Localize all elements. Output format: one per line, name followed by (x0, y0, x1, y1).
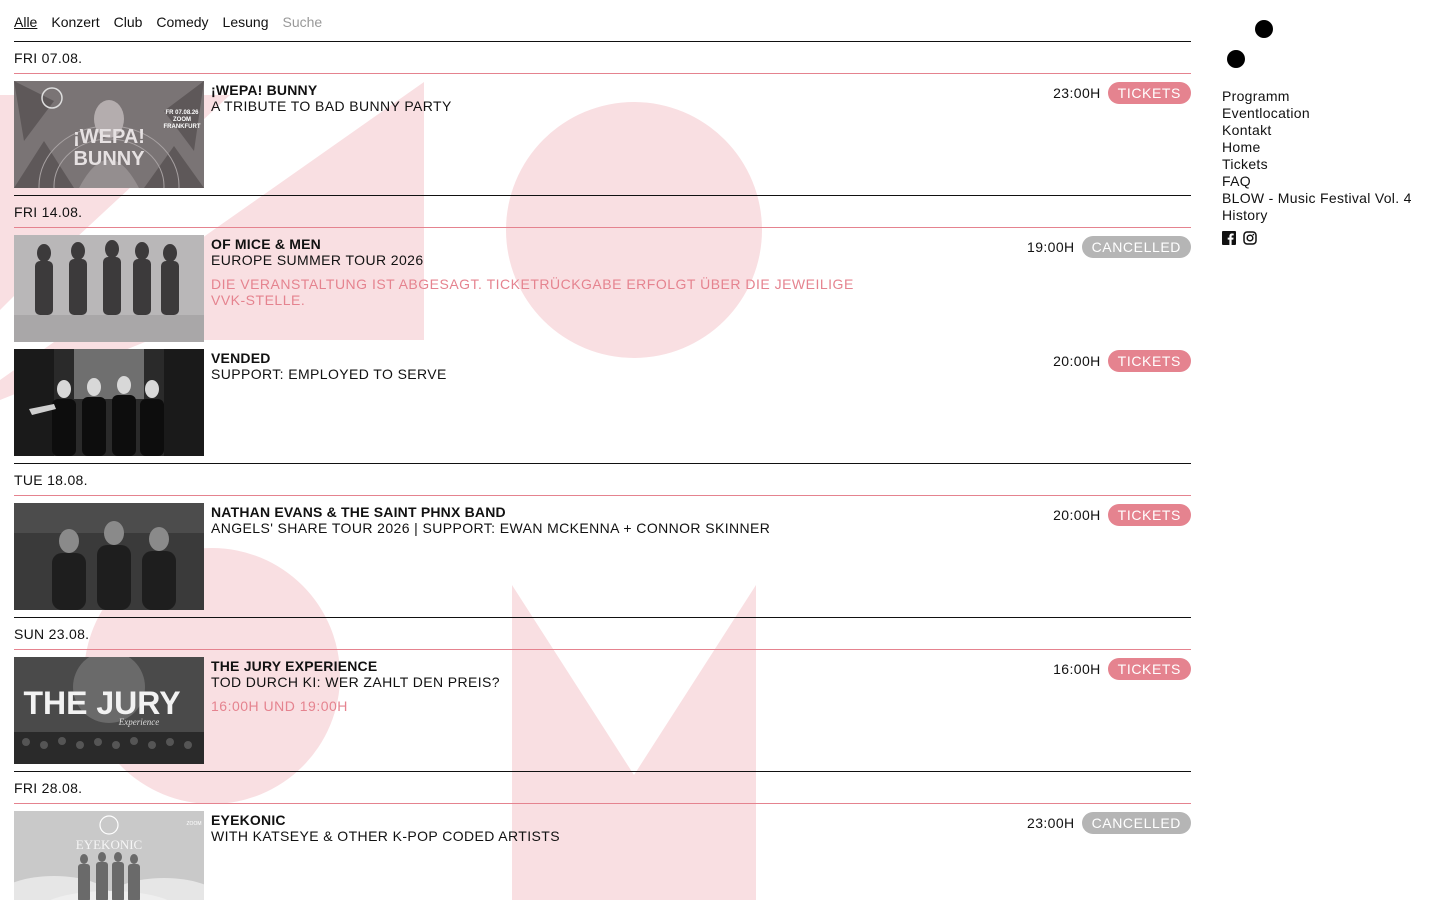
category-filter-nav: Alle Konzert Club Comedy Lesung Suche (14, 0, 1191, 42)
sidebar-link-blow-festival[interactable]: BLOW - Music Festival Vol. 4 (1222, 190, 1432, 207)
day-block: FRI 07.08. ¡WEPA! BUNNY FR 07.08.26 ZOOM… (14, 42, 1191, 196)
date-heading: SUN 23.08. (14, 618, 1191, 650)
event-title[interactable]: NATHAN EVANS & THE SAINT PHNX BAND (211, 504, 1191, 520)
event-image-nathan-evans[interactable] (14, 503, 204, 610)
event-image-wepa-bunny[interactable]: ¡WEPA! BUNNY FR 07.08.26 ZOOM FRANKFURT (14, 81, 204, 188)
tickets-button[interactable]: TICKETS (1107, 658, 1191, 680)
instagram-icon[interactable] (1243, 231, 1257, 245)
svg-text:ZOOM: ZOOM (173, 117, 191, 123)
event-time: 23:00H (1027, 815, 1075, 831)
svg-text:Experience: Experience (118, 717, 159, 727)
svg-text:ZOOM: ZOOM (187, 821, 202, 827)
event-info: NATHAN EVANS & THE SAINT PHNX BAND ANGEL… (204, 503, 1191, 610)
cancelled-badge: CANCELLED (1081, 236, 1191, 258)
event-list-area: Alle Konzert Club Comedy Lesung Suche FR… (14, 0, 1191, 900)
day-block: FRI 28.08. EYEKONIC ZOOM EYEKONIC WITH K… (14, 772, 1191, 900)
sidebar-link-tickets[interactable]: Tickets (1222, 156, 1432, 173)
event-subtitle: A TRIBUTE TO BAD BUNNY PARTY (211, 98, 452, 114)
day-block: FRI 14.08. OF MICE & MEN EUROPE SUMMER T… (14, 196, 1191, 464)
sidebar: Programm Eventlocation Kontakt Home Tick… (1222, 0, 1432, 245)
tickets-button[interactable]: TICKETS (1107, 350, 1191, 372)
sidebar-link-programm[interactable]: Programm (1222, 88, 1432, 105)
svg-text:FR 07.08.26: FR 07.08.26 (165, 110, 199, 116)
facebook-icon[interactable] (1222, 231, 1236, 245)
event-info: ¡WEPA! BUNNY A TRIBUTE TO BAD BUNNY PART… (204, 81, 1191, 188)
event-time: 19:00H (1027, 239, 1075, 255)
svg-text:FRANKFURT: FRANKFURT (164, 124, 201, 130)
event-actions: 23:00H CANCELLED (1027, 812, 1191, 834)
event-actions: 16:00H TICKETS (1053, 658, 1191, 680)
event-title[interactable]: ¡WEPA! BUNNY (211, 82, 1191, 98)
event-image-vended[interactable] (14, 349, 204, 456)
event-cancellation-note: DIE VERANSTALTUNG IST ABGESAGT. TICKETRÜ… (211, 276, 854, 308)
event-title[interactable]: THE JURY EXPERIENCE (211, 658, 1191, 674)
event-info: VENDED SUPPORT: EMPLOYED TO SERVE (204, 349, 1191, 456)
event-time: 16:00H (1053, 661, 1101, 677)
date-heading: FRI 14.08. (14, 196, 1191, 228)
filter-suche[interactable]: Suche (282, 14, 322, 30)
event-row: THE JURY Experience THE JURY EXPERIENCE … (14, 650, 1191, 771)
event-time: 20:00H (1053, 353, 1101, 369)
date-heading: FRI 07.08. (14, 42, 1191, 74)
filter-lesung[interactable]: Lesung (223, 14, 269, 30)
svg-text:THE JURY: THE JURY (23, 685, 180, 721)
event-time: 23:00H (1053, 85, 1101, 101)
sidebar-link-kontakt[interactable]: Kontakt (1222, 122, 1432, 139)
cancelled-badge: CANCELLED (1081, 812, 1191, 834)
logo-dot-bottom (1227, 50, 1245, 68)
sidebar-link-eventlocation[interactable]: Eventlocation (1222, 105, 1432, 122)
filter-comedy[interactable]: Comedy (156, 14, 208, 30)
sidebar-link-faq[interactable]: FAQ (1222, 173, 1432, 190)
logo-dot-top (1255, 20, 1273, 38)
sidebar-link-home[interactable]: Home (1222, 139, 1432, 156)
event-title[interactable]: VENDED (211, 350, 1191, 366)
event-row: OF MICE & MEN EUROPE SUMMER TOUR 2026 DI… (14, 228, 1191, 349)
svg-text:EYEKONIC: EYEKONIC (76, 837, 142, 852)
social-links (1222, 231, 1432, 245)
sidebar-nav: Programm Eventlocation Kontakt Home Tick… (1222, 88, 1432, 224)
event-row: NATHAN EVANS & THE SAINT PHNX BAND ANGEL… (14, 496, 1191, 617)
svg-text:BUNNY: BUNNY (73, 148, 145, 170)
filter-konzert[interactable]: Konzert (51, 14, 99, 30)
event-subtitle: TOD DURCH KI: WER ZAHLT DEN PREIS? (211, 674, 500, 690)
event-row: EYEKONIC ZOOM EYEKONIC WITH KATSEYE & OT… (14, 804, 1191, 900)
filter-club[interactable]: Club (114, 14, 143, 30)
event-subtitle: ANGELS' SHARE TOUR 2026 | SUPPORT: EWAN … (211, 520, 771, 536)
site-logo[interactable] (1222, 0, 1432, 88)
tickets-button[interactable]: TICKETS (1107, 82, 1191, 104)
event-info: THE JURY EXPERIENCE TOD DURCH KI: WER ZA… (204, 657, 1191, 764)
day-block: SUN 23.08. THE JURY Experience THE JURY … (14, 618, 1191, 772)
event-time-note: 16:00H UND 19:00H (211, 698, 348, 714)
day-block: TUE 18.08. NATHAN EVANS & THE SAINT PHNX… (14, 464, 1191, 618)
event-subtitle: SUPPORT: EMPLOYED TO SERVE (211, 366, 447, 382)
date-heading: TUE 18.08. (14, 464, 1191, 496)
event-row: VENDED SUPPORT: EMPLOYED TO SERVE 20:00H… (14, 349, 1191, 463)
date-heading: FRI 28.08. (14, 772, 1191, 804)
svg-text:¡WEPA!: ¡WEPA! (73, 126, 145, 148)
filter-alle[interactable]: Alle (14, 14, 37, 30)
tickets-button[interactable]: TICKETS (1107, 504, 1191, 526)
event-actions: 19:00H CANCELLED (1027, 236, 1191, 258)
event-image-eyekonic[interactable]: EYEKONIC ZOOM (14, 811, 204, 900)
event-actions: 20:00H TICKETS (1053, 350, 1191, 372)
event-row: ¡WEPA! BUNNY FR 07.08.26 ZOOM FRANKFURT … (14, 74, 1191, 195)
event-image-of-mice-and-men[interactable] (14, 235, 204, 342)
sidebar-link-history[interactable]: History (1222, 207, 1432, 224)
event-actions: 23:00H TICKETS (1053, 82, 1191, 104)
event-image-the-jury[interactable]: THE JURY Experience (14, 657, 204, 764)
event-time: 20:00H (1053, 507, 1101, 523)
event-actions: 20:00H TICKETS (1053, 504, 1191, 526)
